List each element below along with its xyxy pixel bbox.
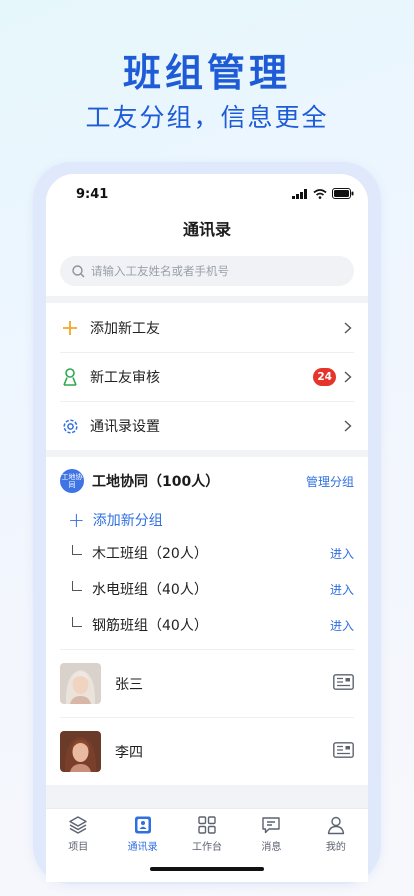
tree-branch-icon [72,545,82,555]
grid-icon [198,816,216,834]
tab-label: 我的 [325,842,346,853]
id-card-icon[interactable] [333,673,354,694]
status-time: 9:41 [76,187,109,202]
tab-mine[interactable]: 我的 [304,815,368,882]
subgroup-name: 木工班组（20人） [92,546,208,562]
settings-gear-icon [60,416,80,436]
add-group-button[interactable]: + 添加新分组 [46,505,368,535]
tree-branch-icon [72,617,82,627]
home-indicator [150,867,264,871]
subgroup-name: 水电班组（40人） [92,582,208,598]
tab-messages[interactable]: 消息 [239,815,303,882]
message-icon [262,817,281,834]
group-card: 工地协同 工地协同（100人） 管理分组 + 添加新分组 木工班组（20人） 进… [46,457,368,785]
layers-icon [69,816,87,834]
menu-card: 添加新工友 新工友审核 24 通讯录设置 [46,303,368,450]
signal-icon [292,188,307,199]
user-check-icon [60,367,80,387]
search-box[interactable] [60,256,354,286]
add-group-label: 添加新分组 [92,513,163,529]
chevron-right-icon [342,420,354,432]
add-worker-label: 添加新工友 [90,320,160,337]
tab-workbench[interactable]: 工作台 [175,815,239,882]
subgroup-name: 钢筋班组（40人） [92,618,208,634]
tab-projects[interactable]: 项目 [46,815,110,882]
search-input[interactable] [91,264,331,278]
worker-review-row[interactable]: 新工友审核 24 [60,352,354,401]
wifi-icon [313,188,327,199]
tab-label: 工作台 [192,842,223,853]
tab-label: 项目 [68,842,89,853]
profile-icon [327,816,345,835]
contact-name: 张三 [115,676,143,693]
subgroup-row[interactable]: 钢筋班组（40人） 进入 [46,607,368,643]
search-icon [72,264,85,277]
subgroup-row[interactable]: 水电班组（40人） 进入 [46,571,368,607]
chevron-right-icon [342,321,354,334]
phone-screen: 9:41 通讯录 请输入工友姓名或者手机号 添加新工友 新工友审核 24 通讯录… [46,174,368,882]
group-name: 工地协同（100人） [92,474,220,490]
enter-link[interactable]: 进入 [330,545,354,562]
chevron-right-icon [342,371,354,383]
contact-name: 李四 [115,744,143,761]
group-header: 工地协同 工地协同（100人） 管理分组 [46,457,368,505]
contacts-settings-label: 通讯录设置 [90,419,160,435]
review-count-badge: 24 [313,368,336,386]
contacts-book-icon [134,816,151,834]
contact-row[interactable]: 李四 [60,717,354,785]
group-avatar: 工地协同 [60,469,84,493]
phone-frame: 9:41 通讯录 请输入工友姓名或者手机号 添加新工友 新工友审核 24 通讯录… [33,162,381,884]
contact-avatar [60,731,101,772]
contact-avatar [60,663,101,704]
promo-subtitle: 工友分组，信息更全 [85,103,329,132]
status-bar: 9:41 [46,174,368,212]
tab-label: 通讯录 [127,842,158,853]
plus-icon [60,318,80,338]
tab-bar: 项目 通讯录 工作台 消息 我的 [46,808,368,882]
promo-title: 班组管理 [122,51,291,95]
enter-link[interactable]: 进入 [330,617,354,634]
status-icons [292,188,354,199]
subgroup-row[interactable]: 木工班组（20人） 进入 [46,535,368,571]
contacts-settings-row[interactable]: 通讯录设置 [60,401,354,450]
enter-link[interactable]: 进入 [330,581,354,598]
worker-review-label: 新工友审核 [90,370,160,386]
page-title: 通讯录 [46,212,368,250]
search-bar [46,250,368,296]
plus-icon: + [68,508,85,532]
add-worker-row[interactable]: 添加新工友 [46,303,368,352]
contact-row[interactable]: 张三 [60,649,354,717]
manage-groups-link[interactable]: 管理分组 [306,473,354,490]
tree-branch-icon [72,581,82,591]
battery-icon [332,188,354,199]
tab-label: 消息 [261,842,282,853]
tab-contacts[interactable]: 通讯录 [110,815,174,882]
id-card-icon[interactable] [333,741,354,762]
